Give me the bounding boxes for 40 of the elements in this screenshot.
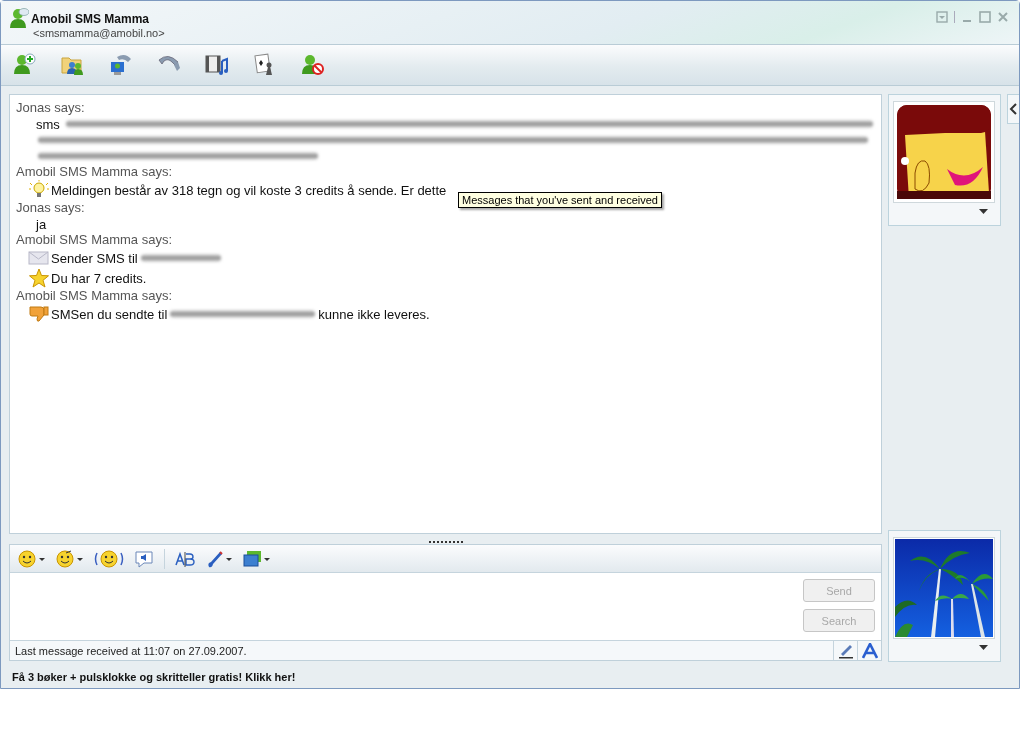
sender-name: Amobil SMS Mamma says: — [16, 232, 173, 248]
font-icon[interactable] — [861, 642, 878, 659]
message-text: Meldingen består av 318 tegn og vil koste 3 credits å sende. Er dette — [51, 182, 447, 198]
message-text: SMSen du sendte til — [51, 306, 168, 322]
block-contact-icon[interactable] — [301, 53, 325, 77]
nudge-icon[interactable] — [94, 549, 124, 568]
sender-name: Amobil SMS Mamma says: — [16, 164, 173, 180]
dropdown-arrow-icon[interactable] — [978, 209, 988, 214]
contact-icon — [9, 7, 29, 29]
sender-name: Jonas says: — [16, 200, 85, 216]
paintbrush-icon[interactable] — [205, 549, 233, 568]
video-call-icon[interactable] — [109, 53, 133, 77]
add-contact-icon[interactable] — [13, 53, 37, 77]
background-icon[interactable] — [243, 549, 271, 568]
message-text: Sender SMS til — [51, 250, 138, 266]
thumbs-down-icon — [28, 304, 50, 324]
sender-name: Amobil SMS Mamma says: — [16, 288, 173, 304]
tooltip: Messages that you've sent and received — [458, 192, 662, 208]
spell-check-icon[interactable] — [175, 549, 195, 568]
message-text: ja — [36, 216, 47, 232]
star-icon — [28, 268, 50, 288]
message-text: sms — [36, 116, 60, 132]
message-text: Du har 7 credits. — [51, 270, 147, 286]
collapse-tab[interactable] — [1006, 94, 1019, 124]
contact-email: <smsmamma@amobil.no> — [33, 27, 165, 39]
light-bulb-icon — [28, 180, 50, 200]
emoticon-icon[interactable] — [18, 549, 46, 568]
window-title: Amobil SMS Mamma — [31, 12, 151, 26]
wink-icon[interactable] — [56, 549, 84, 568]
envelope-icon — [28, 248, 50, 268]
status-text: Last message received at 11:07 on 27.09.2007. — [14, 644, 248, 657]
dropdown-arrow-icon[interactable] — [978, 645, 988, 650]
ad-link[interactable]: Få 3 bøker + pulsklokke og skritteller gratis! Klikk her! — [1, 666, 1019, 688]
sender-name: Jonas says: — [16, 100, 85, 116]
voice-clip-icon[interactable] — [134, 549, 154, 568]
pen-icon[interactable] — [837, 642, 854, 659]
message-text: kunne ikke leveres. — [318, 306, 430, 322]
film-music-icon[interactable] — [205, 53, 229, 77]
chevron-left-icon — [1009, 103, 1018, 115]
splitter-grip-icon[interactable] — [428, 541, 463, 544]
